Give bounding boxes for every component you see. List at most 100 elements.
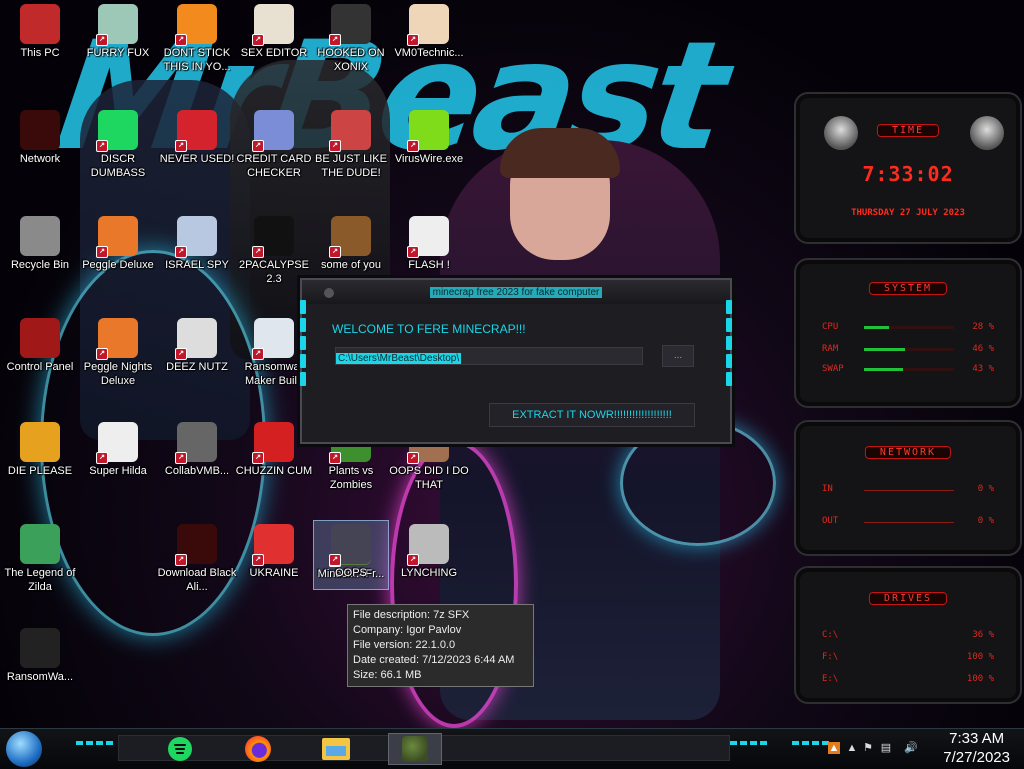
desktop-icon-label: LYNCHING <box>400 567 458 579</box>
drive-c-row: C:\ 36 % <box>822 630 994 644</box>
desktop-icon[interactable]: ↗ VirusWire.exe <box>389 106 469 206</box>
monitor-icon <box>20 4 60 44</box>
dialog-titlebar[interactable]: minecrap free 2023 for fake computer <box>302 280 730 304</box>
desktop-icon[interactable]: ↗ DONT STICK THIS IN YO... <box>157 0 237 100</box>
desktop-icon[interactable]: ↗ NEVER USED! <box>157 106 237 206</box>
network-in-label: IN <box>822 484 833 494</box>
minecraft-icon <box>402 736 428 762</box>
peggle-icon: ↗ <box>96 216 138 258</box>
taskbar-clock[interactable]: 7:33 AM 7/27/2023 <box>943 729 1010 767</box>
drive-c-value: 36 % <box>972 630 994 640</box>
desktop-icon[interactable]: ↗ DEEZ NUTZ <box>157 314 237 414</box>
ram-row: RAM 46 % <box>822 344 994 358</box>
desktop-icon-label: Recycle Bin <box>10 259 70 271</box>
cpu-value: 28 % <box>972 322 994 332</box>
show-hidden-icons-icon[interactable]: ▲ <box>846 742 858 754</box>
spy-icon: ↗ <box>175 216 217 258</box>
drives-gadget-title: DRIVES <box>868 592 948 605</box>
firefox-icon <box>245 736 271 762</box>
desktop-icon-label: DEEZ NUTZ <box>166 361 228 373</box>
system-gadget[interactable]: SYSTEM CPU 28 % RAM 46 % SWAP 43 % <box>794 258 1022 408</box>
drive-e-label: E:\ <box>822 674 839 684</box>
start-orb-button[interactable] <box>6 731 42 767</box>
desktop-icon[interactable]: ↗ Peggle Nights Deluxe <box>78 314 158 414</box>
alien-network-icon <box>20 110 60 150</box>
dev-icon: ↗ <box>175 110 217 152</box>
alien-head-icon <box>970 116 1004 150</box>
network-in-graph <box>864 490 954 491</box>
desktop-icon[interactable]: ↗ Super Hilda <box>78 418 158 518</box>
desktop-icon-label: OOPS <box>335 567 367 579</box>
tray-app-icon[interactable]: ▲ <box>828 742 840 754</box>
cpu-row: CPU 28 % <box>822 322 994 336</box>
desktop-icon[interactable]: This PC <box>0 0 80 100</box>
desktop-icon[interactable]: DIE PLEASE <box>0 418 80 518</box>
desktop-icon[interactable]: ↗ ISRAEL SPY <box>157 212 237 312</box>
browse-button[interactable]: ... <box>662 345 694 367</box>
desktop-icon[interactable]: ↗ BE JUST LIKE THE DUDE! <box>311 106 391 206</box>
ram-value: 46 % <box>972 344 994 354</box>
terminal-icon: ↗ <box>252 216 294 258</box>
desktop-icon-label: Super Hilda <box>89 465 147 477</box>
cpu-label: CPU <box>822 322 839 332</box>
tooltip-line: Company: Igor Pavlov <box>353 624 462 636</box>
desktop-icon-label: Control Panel <box>6 361 74 373</box>
desktop-icon-label: DONT STICK THIS IN YO... <box>163 47 231 73</box>
desktop-icon[interactable]: ↗ Peggle Deluxe <box>78 212 158 312</box>
desktop-icon[interactable]: ↗ VM0Technic... <box>389 0 469 100</box>
taskbar-file-explorer[interactable] <box>316 733 356 765</box>
desktop-icon[interactable]: Recycle Bin <box>0 212 80 312</box>
desktop-icon-label: RansomWa... <box>6 671 74 683</box>
time-gadget[interactable]: TIME 7:33:02 THURSDAY 27 JULY 2023 <box>794 92 1022 244</box>
alien-icon: ↗ <box>175 524 217 566</box>
desktop-icon[interactable]: Network <box>0 106 80 206</box>
desktop-icon-label: some of you <box>321 259 381 271</box>
folder-icon <box>322 738 350 760</box>
spotify-icon <box>168 737 192 761</box>
swap-label: SWAP <box>822 364 844 374</box>
desktop-icon[interactable]: ↗ UKRAINE <box>234 520 314 620</box>
spotify-icon: ↗ <box>96 110 138 152</box>
desktop-icon[interactable]: RansomWa... <box>0 624 80 724</box>
drives-gadget[interactable]: DRIVES C:\ 36 % F:\ 100 % E:\ 100 % <box>794 566 1022 704</box>
swap-row: SWAP 43 % <box>822 364 994 378</box>
desktop-icon-label: FURRY FUX <box>86 47 150 59</box>
desktop-icon-label: UKRAINE <box>249 567 299 579</box>
taskbar-minecraft[interactable] <box>388 733 442 765</box>
network-gadget[interactable]: NETWORK IN 0 % OUT 0 % <box>794 420 1022 556</box>
taskbar-firefox[interactable] <box>238 733 278 765</box>
time-gadget-title: TIME <box>876 124 940 137</box>
extract-path-value: C:\Users\MrBeast\Desktop\ <box>336 353 462 364</box>
extract-button[interactable]: EXTRACT IT NOWR!!!!!!!!!!!!!!!!!!! <box>489 403 695 427</box>
cpu-bar-fill <box>864 326 890 329</box>
taskbar-spotify[interactable] <box>160 733 200 765</box>
action-center-flag-icon[interactable]: ⚑ <box>862 742 874 754</box>
pixel-icon: ↗ <box>96 422 138 464</box>
volume-icon[interactable]: 🔊 <box>904 742 918 754</box>
desktop-icon[interactable]: ↗ Download Black Ali... <box>157 520 237 620</box>
drive-c-label: C:\ <box>822 630 839 640</box>
desktop-icon[interactable]: ↗ SEX EDITOR <box>234 0 314 100</box>
desktop-icon[interactable]: ↗ CollabVMB... <box>157 418 237 518</box>
dialog-right-accent <box>726 300 732 420</box>
desktop-icon[interactable]: ↗ HOOKED ON XONIX <box>311 0 391 100</box>
taskbar-accent-left <box>76 741 113 745</box>
extract-path-input[interactable]: C:\Users\MrBeast\Desktop\ <box>335 347 643 365</box>
desktop-icon[interactable]: ↗ FURRY FUX <box>78 0 158 100</box>
ram-bar <box>864 348 954 351</box>
de-icon <box>20 422 60 462</box>
desktop-icon-label: DISCR DUMBASS <box>90 153 146 179</box>
time-gadget-clock: 7:33:02 <box>862 162 954 186</box>
desktop-icon-label: FLASH ! <box>408 259 450 271</box>
desktop-icon[interactable]: ↗ DISCR DUMBASS <box>78 106 158 206</box>
network-gadget-title: NETWORK <box>864 446 952 459</box>
network-out-row: OUT 0 % <box>822 516 994 530</box>
desktop-icon-label: VirusWire.exe <box>394 153 464 165</box>
ransom-icon <box>20 628 60 668</box>
sfx-extract-dialog: minecrap free 2023 for fake computer WEL… <box>300 278 732 444</box>
tooltip-line: File description: 7z SFX <box>353 609 470 621</box>
desktop-icon[interactable]: Control Panel <box>0 314 80 414</box>
network-tray-icon[interactable]: ▤ <box>880 742 892 754</box>
desktop-icon[interactable]: The Legend of Zilda <box>0 520 80 620</box>
desktop-icon[interactable]: ↗ CREDIT CARD CHECKER <box>234 106 314 206</box>
